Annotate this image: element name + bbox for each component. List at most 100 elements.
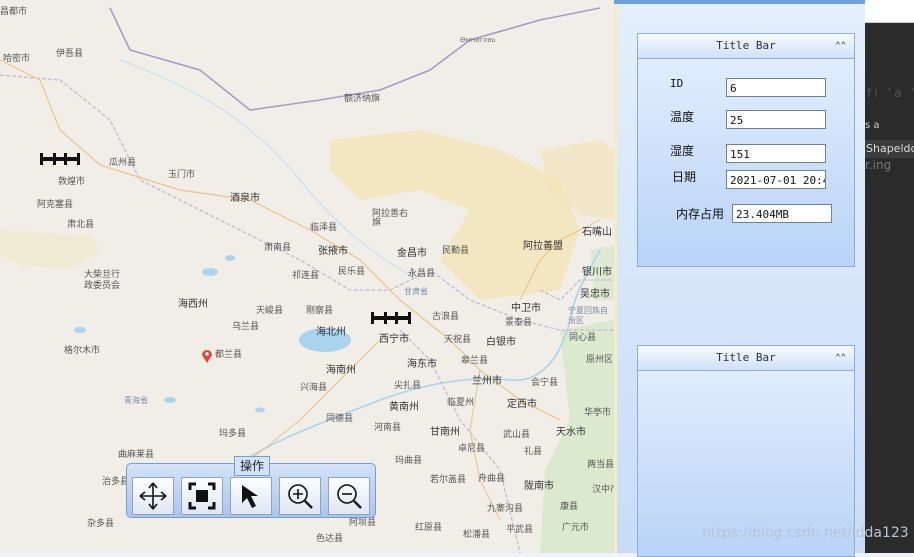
map-place-label: 治多县: [102, 477, 130, 487]
pane-title: Title Bar: [716, 39, 776, 52]
map-place-label: 松潘县: [463, 530, 491, 540]
zoom-in-button[interactable]: [279, 477, 321, 515]
map-place-label: 金昌市: [397, 248, 427, 259]
operation-toolbar: 操作: [126, 456, 376, 518]
ide-toolbar-glyphs: fi ’a ’a: [867, 86, 914, 100]
map-place-label: 吴忠市: [580, 289, 610, 300]
map-place-label: 都兰县: [215, 350, 243, 360]
map-place-label: 敦煌市: [58, 177, 86, 187]
temperature-label: 温度: [670, 110, 695, 124]
map-place-label: 刚察县: [306, 306, 334, 316]
map-place-label: 阿克塞县: [37, 200, 74, 210]
map-place-label: 海东市: [407, 359, 437, 370]
map-place-label: 酒泉市: [230, 193, 260, 204]
id-label: ID: [670, 77, 684, 90]
map-place-label: 天水市: [556, 427, 586, 438]
full-extent-icon: [188, 482, 216, 510]
map-place-label: 武山县: [503, 430, 531, 440]
location-pin-icon[interactable]: [201, 349, 213, 363]
map-place-label: 玛曲县: [395, 456, 423, 466]
map-place-label: 临泽县: [310, 223, 338, 233]
map-place-label: 宁夏回族自治区: [568, 306, 608, 325]
map-place-label: 会宁县: [531, 378, 559, 388]
map-place-label: 祁连县: [292, 271, 320, 281]
map-place-label: 玉门市: [168, 170, 196, 180]
map-place-label: 临夏州: [447, 398, 475, 408]
map-place-label: 甘南州: [430, 427, 460, 438]
map-place-label: 古浪县: [432, 312, 460, 322]
date-label: 日期: [672, 170, 697, 184]
map-place-label: 阿拉善右旗: [372, 209, 409, 228]
map-place-label: 红原县: [415, 523, 443, 533]
date-field[interactable]: 2021-07-01 20:45: [726, 170, 826, 189]
map-place-label: 永昌县: [408, 269, 436, 279]
map-place-label: 定西市: [507, 399, 537, 410]
id-field[interactable]: 6: [726, 78, 826, 97]
map-place-label: 色达县: [316, 534, 344, 544]
map-place-label: 大柴旦行政委员会: [84, 270, 121, 291]
pane-title-bar[interactable]: Title Bar ⌃⌃: [638, 346, 854, 371]
map-place-label: 瓜州县: [109, 158, 137, 168]
map-place-label: 华亭市: [584, 408, 612, 418]
map-place-label: 同德县: [326, 414, 354, 424]
map-place-label: 额济纳旗: [344, 94, 381, 104]
map-place-label: 白银市: [486, 337, 516, 348]
map-place-label: 曲麻莱县: [118, 450, 155, 460]
map-place-label: 舟曲县: [478, 474, 506, 484]
map-place-label: 阿拉善盟: [523, 241, 563, 252]
satellite-marker-icon[interactable]: [40, 152, 80, 166]
map-place-label: 同心县: [569, 333, 597, 343]
map-place-label: 甘肃省: [404, 287, 428, 296]
map-place-label: 黄南州: [389, 402, 419, 413]
map-place-label: 民乐县: [338, 267, 366, 277]
ide-background-window: fi ’a ’a s a Shapeldc r.ing: [865, 0, 914, 553]
map-place-label: 九寨沟县: [487, 504, 524, 514]
map-place-label: 河南县: [374, 423, 402, 433]
map-place-label: 格尔木市: [64, 346, 101, 356]
temperature-field[interactable]: 25: [726, 110, 826, 129]
map-place-label: 昌都市: [0, 7, 28, 17]
pan-tool-button[interactable]: [132, 477, 174, 515]
full-extent-button[interactable]: [181, 477, 223, 515]
zoom-out-button[interactable]: [328, 477, 370, 515]
map-place-label: 阿坝县: [349, 518, 377, 528]
memory-usage-field[interactable]: 23.404MB: [732, 204, 832, 223]
map-place-label: 肃北县: [67, 220, 95, 230]
map-place-label: 原州区: [586, 355, 614, 365]
ide-tab-text: s a: [865, 120, 880, 131]
select-tool-button[interactable]: [230, 477, 272, 515]
side-panel: Title Bar ⌃⌃ ID 6 温度 25 湿度 151 日期 2021-0…: [614, 4, 865, 557]
map-place-label: 天祝县: [444, 335, 472, 345]
map-place-label: 天峻县: [256, 306, 284, 316]
satellite-marker-icon[interactable]: [371, 311, 411, 325]
map-place-label: 兰州市: [472, 376, 502, 387]
map-place-label: 银川市: [582, 267, 612, 278]
pane-title-bar[interactable]: Title Bar ⌃⌃: [638, 34, 854, 59]
watermark: https://blog.csdn.net/ldda123: [702, 525, 909, 541]
map-place-label: 康县: [560, 502, 579, 512]
map-place-label: 陇南市: [524, 481, 554, 492]
map-place-label: 哈密市: [3, 54, 31, 64]
humidity-field[interactable]: 151: [726, 144, 826, 163]
collapse-chevron-icon[interactable]: ⌃⌃: [835, 34, 846, 58]
properties-pane: Title Bar ⌃⌃ ID 6 温度 25 湿度 151 日期 2021-0…: [637, 33, 855, 267]
map-place-label: 两当县: [587, 460, 614, 470]
map-place-label: 卓尼县: [458, 444, 486, 454]
map-place-label: 民勤县: [442, 246, 470, 256]
map-place-label: 景泰县: [505, 318, 533, 328]
map-place-label: 青海省: [124, 396, 148, 405]
map-place-label: 兴海县: [300, 383, 328, 393]
collapse-chevron-icon[interactable]: ⌃⌃: [835, 346, 846, 370]
ide-shape-item[interactable]: Shapeldc: [865, 140, 914, 158]
map-place-label: 肃南县: [264, 243, 292, 253]
map-place-label: 若尔盖县: [430, 475, 467, 485]
humidity-label: 湿度: [670, 144, 695, 158]
map-place-label: 张掖市: [318, 246, 348, 257]
map-place-label: 礼县: [524, 447, 543, 457]
map-place-label: 伊吾县: [56, 49, 84, 59]
map-place-label: 玛多县: [219, 429, 247, 439]
map-place-label: 中卫市: [511, 303, 541, 314]
arrow-cursor-icon: [242, 485, 258, 508]
move-arrows-icon: [139, 482, 167, 510]
map-place-label: 平武县: [506, 525, 534, 535]
